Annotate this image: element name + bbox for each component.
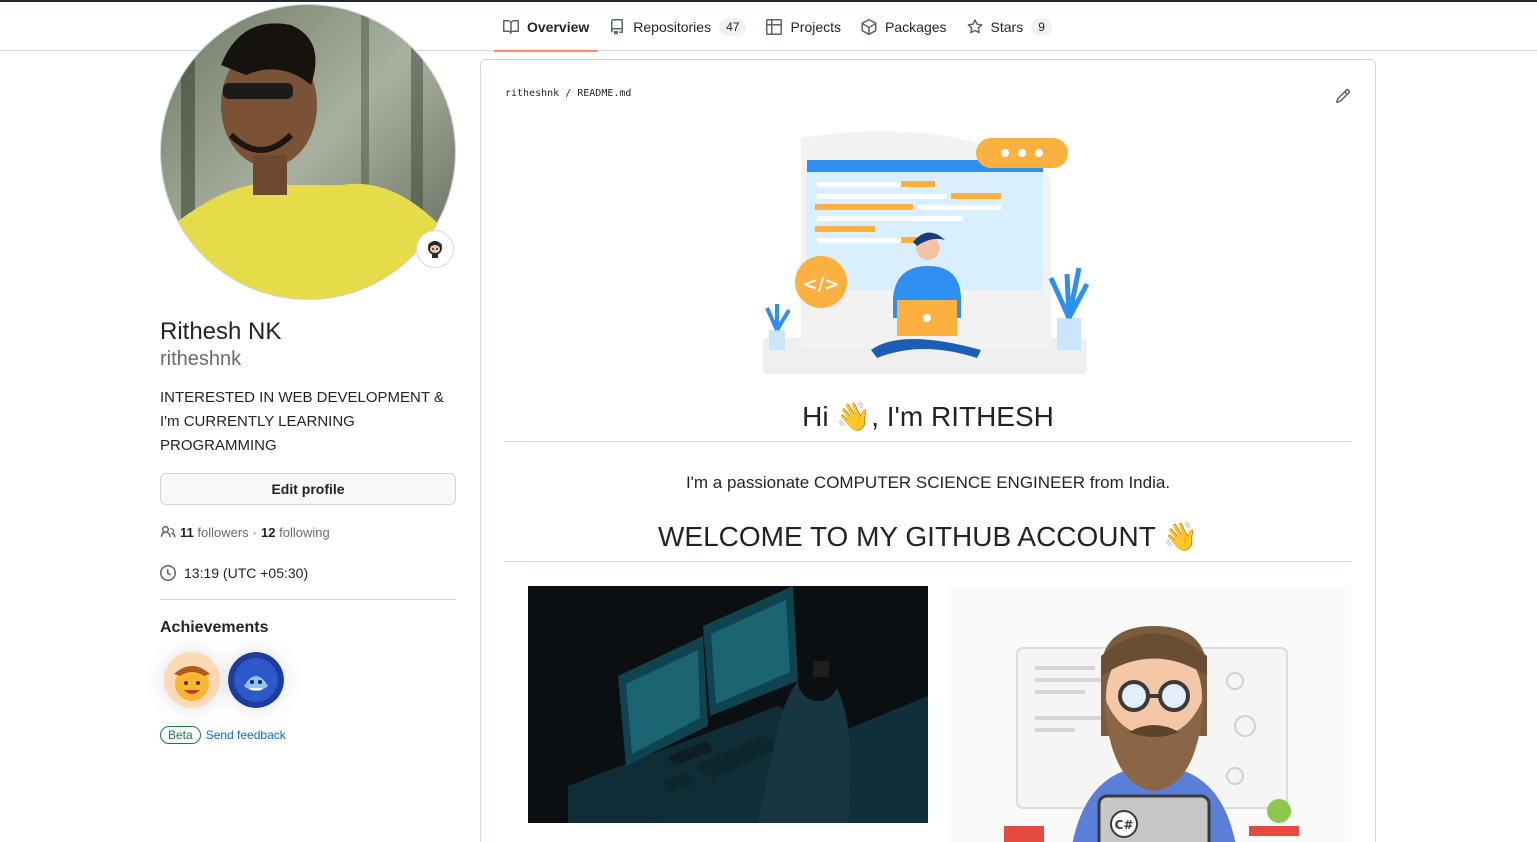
achievement-badge-pull-shark[interactable] bbox=[228, 652, 284, 708]
readme-welcome-heading: WELCOME TO MY GITHUB ACCOUNT 👋 bbox=[505, 520, 1351, 562]
readme-path[interactable]: ritheshnk / README.md bbox=[505, 88, 631, 99]
table-icon bbox=[766, 18, 783, 35]
following-count: 12 bbox=[261, 524, 276, 540]
profile-readme: ritheshnk / README.md </> Hi 👋, I'm RITH… bbox=[480, 59, 1376, 842]
tab-repositories[interactable]: Repositories 47 bbox=[600, 2, 755, 51]
send-feedback-link[interactable]: Send feedback bbox=[206, 728, 286, 742]
developer-avatar-image: C# bbox=[949, 586, 1351, 842]
octocat-icon bbox=[428, 241, 442, 258]
achievements-feedback-row: Beta Send feedback bbox=[160, 726, 286, 744]
readme-intro: I'm a passionate COMPUTER SCIENCE ENGINE… bbox=[685, 473, 1171, 492]
profile-bio: INTERESTED IN WEB DEVELOPMENT & I'm CURR… bbox=[160, 389, 444, 454]
status-emoji-button[interactable] bbox=[416, 230, 454, 268]
repositories-counter: 47 bbox=[719, 17, 747, 36]
coding-setup-image bbox=[528, 586, 928, 823]
sidebar-divider bbox=[160, 599, 456, 600]
stars-counter: 9 bbox=[1031, 17, 1052, 36]
follow-stats: 11 followers · 12 following bbox=[160, 524, 330, 540]
followers-link[interactable]: 11 followers bbox=[180, 525, 249, 540]
book-icon bbox=[503, 19, 519, 34]
profile-login: ritheshnk bbox=[160, 348, 242, 370]
bearded-developer-illustration: C# bbox=[949, 586, 1351, 842]
profile-tabs: Overview Repositories 47 Projects Packag… bbox=[494, 2, 1063, 52]
tab-packages[interactable]: Packages bbox=[852, 2, 955, 51]
local-time: 13:19 (UTC +05:30) bbox=[160, 565, 308, 581]
achievement-badges bbox=[164, 652, 284, 708]
tab-stars[interactable]: Stars 9 bbox=[958, 2, 1061, 51]
tab-projects[interactable]: Projects bbox=[757, 2, 850, 51]
coding-setup-illustration bbox=[528, 586, 928, 823]
readme-heading: Hi 👋, I'm RITHESH bbox=[505, 400, 1351, 442]
tab-overview-label: Overview bbox=[527, 18, 590, 35]
achievement-badge-yolo[interactable] bbox=[164, 652, 220, 708]
svg-text:C#: C# bbox=[1115, 818, 1134, 832]
achievements-title: Achievements bbox=[160, 619, 269, 636]
edit-profile-button[interactable]: Edit profile bbox=[160, 473, 456, 505]
tab-packages-label: Packages bbox=[885, 18, 947, 35]
clock-icon bbox=[160, 565, 176, 581]
beta-badge: Beta bbox=[160, 726, 201, 744]
following-label: following bbox=[279, 524, 330, 540]
tab-stars-label: Stars bbox=[990, 18, 1024, 35]
people-icon bbox=[160, 525, 176, 538]
profile-name: Rithesh NK bbox=[160, 318, 282, 345]
star-icon bbox=[967, 18, 982, 33]
repo-icon bbox=[611, 18, 624, 35]
avatar-container bbox=[160, 4, 456, 300]
following-link[interactable]: 12 following bbox=[261, 525, 330, 540]
svg-text:</>: </> bbox=[803, 274, 840, 295]
followers-count: 11 bbox=[180, 524, 194, 540]
avatar-photo bbox=[161, 5, 455, 299]
follow-separator: · bbox=[252, 524, 258, 540]
pencil-icon[interactable] bbox=[1335, 88, 1351, 104]
tab-projects-label: Projects bbox=[790, 18, 842, 35]
package-icon bbox=[861, 18, 877, 35]
tab-repositories-label: Repositories bbox=[633, 18, 712, 35]
developer-illustration: </> bbox=[763, 131, 1090, 374]
followers-label: followers bbox=[197, 524, 249, 540]
local-time-value: 13:19 (UTC +05:30) bbox=[184, 565, 309, 581]
avatar[interactable] bbox=[160, 4, 456, 300]
tab-overview[interactable]: Overview bbox=[494, 2, 599, 52]
